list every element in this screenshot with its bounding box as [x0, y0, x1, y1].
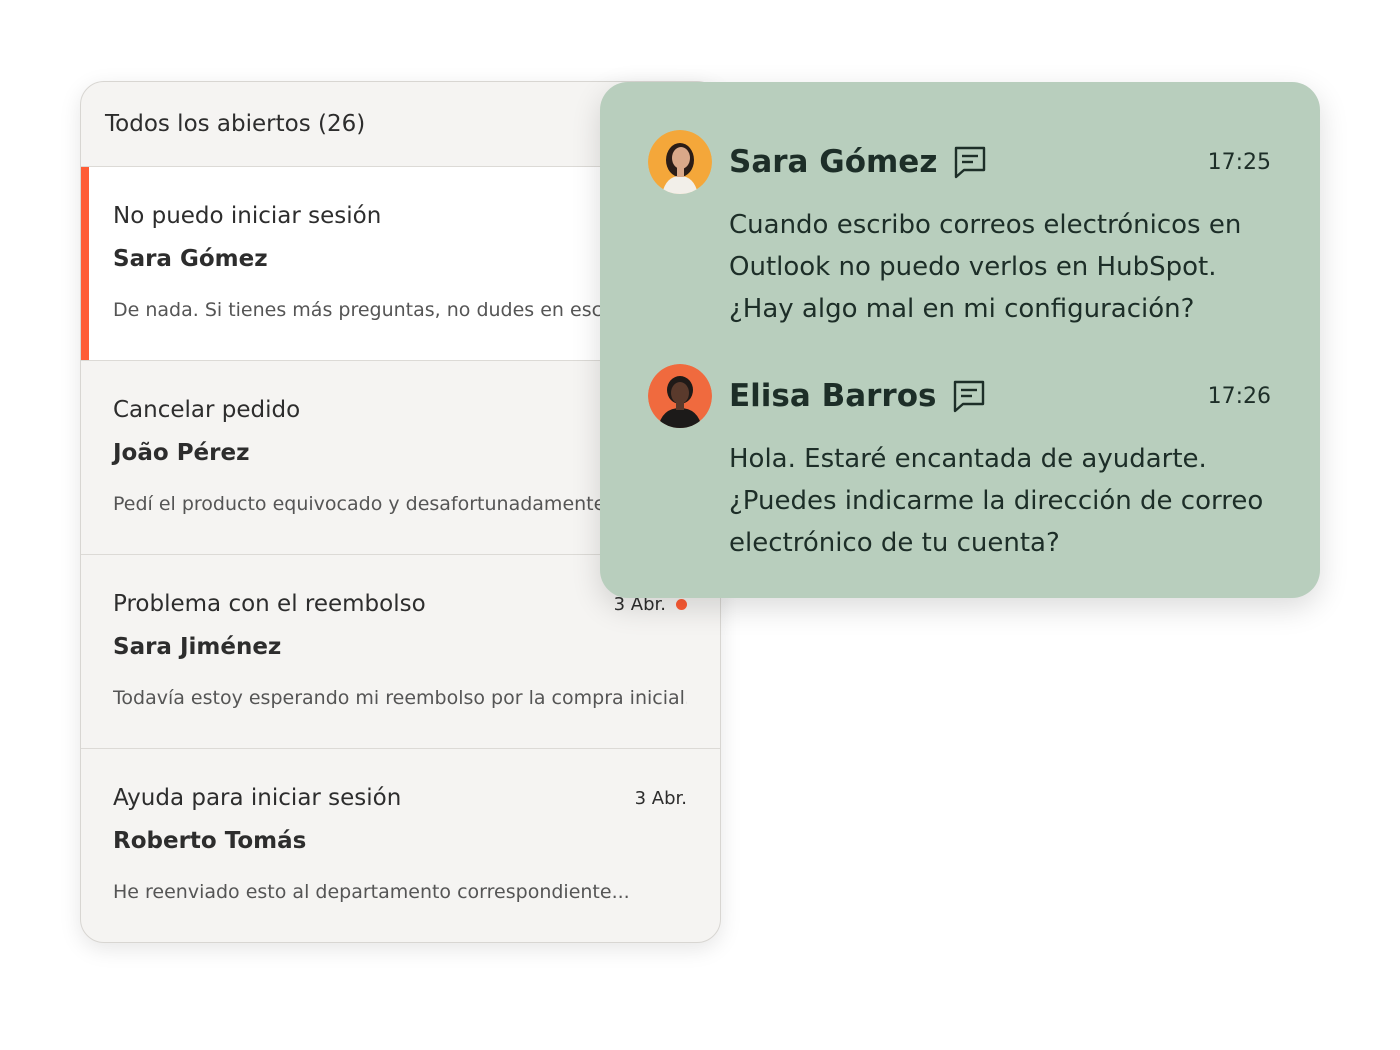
message-line: Cuando escribo correos electrónicos en: [729, 210, 1242, 240]
conversation-subject: Ayuda para iniciar sesión: [113, 785, 402, 811]
conversation-sender: Sara Jiménez: [113, 634, 282, 660]
conversation-date: 3 Abr.: [634, 787, 687, 809]
conversation-preview: Todavía estoy esperando mi reembolso por…: [113, 687, 687, 709]
chat-panel: Sara Gómez 17:25 Cuando escribo correos …: [600, 82, 1320, 598]
avatar: [648, 130, 712, 194]
unread-dot-icon: [676, 598, 687, 610]
list-title: Todos los abiertos (26): [105, 111, 366, 137]
message-line: Outlook no puedo verlos en HubSpot.: [729, 252, 1217, 282]
conversation-subject: No puedo iniciar sesión: [113, 203, 382, 229]
chat-bubble-icon: [953, 145, 987, 179]
message-sender: Sara Gómez: [729, 144, 938, 180]
message-line: electrónico de tu cuenta?: [729, 528, 1060, 558]
message-line: ¿Hay algo mal en mi configuración?: [729, 294, 1195, 324]
avatar: [648, 364, 712, 428]
message-body: Cuando escribo correos electrónicos en O…: [729, 204, 1271, 330]
conversation-sender: Roberto Tomás: [113, 828, 307, 854]
message-sender: Elisa Barros: [729, 378, 937, 414]
message-time: 17:26: [1207, 383, 1271, 409]
message-body: Hola. Estaré encantada de ayudarte. ¿Pue…: [729, 438, 1271, 564]
conversation-subject: Cancelar pedido: [113, 397, 301, 423]
chat-bubble-icon: [952, 379, 986, 413]
chat-message: Sara Gómez 17:25 Cuando escribo correos …: [648, 130, 1271, 330]
chat-message: Elisa Barros 17:26 Hola. Estaré encantad…: [648, 364, 1271, 564]
conversation-preview: He reenviado esto al departamento corres…: [113, 881, 630, 903]
conversation-subject: Problema con el reembolso: [113, 591, 426, 617]
conversation-row[interactable]: Ayuda para iniciar sesión 3 Abr. Roberto…: [81, 749, 720, 942]
message-line: ¿Puedes indicarme la dirección de correo: [729, 486, 1264, 516]
message-line: Hola. Estaré encantada de ayudarte.: [729, 444, 1207, 474]
message-time: 17:25: [1207, 149, 1271, 175]
